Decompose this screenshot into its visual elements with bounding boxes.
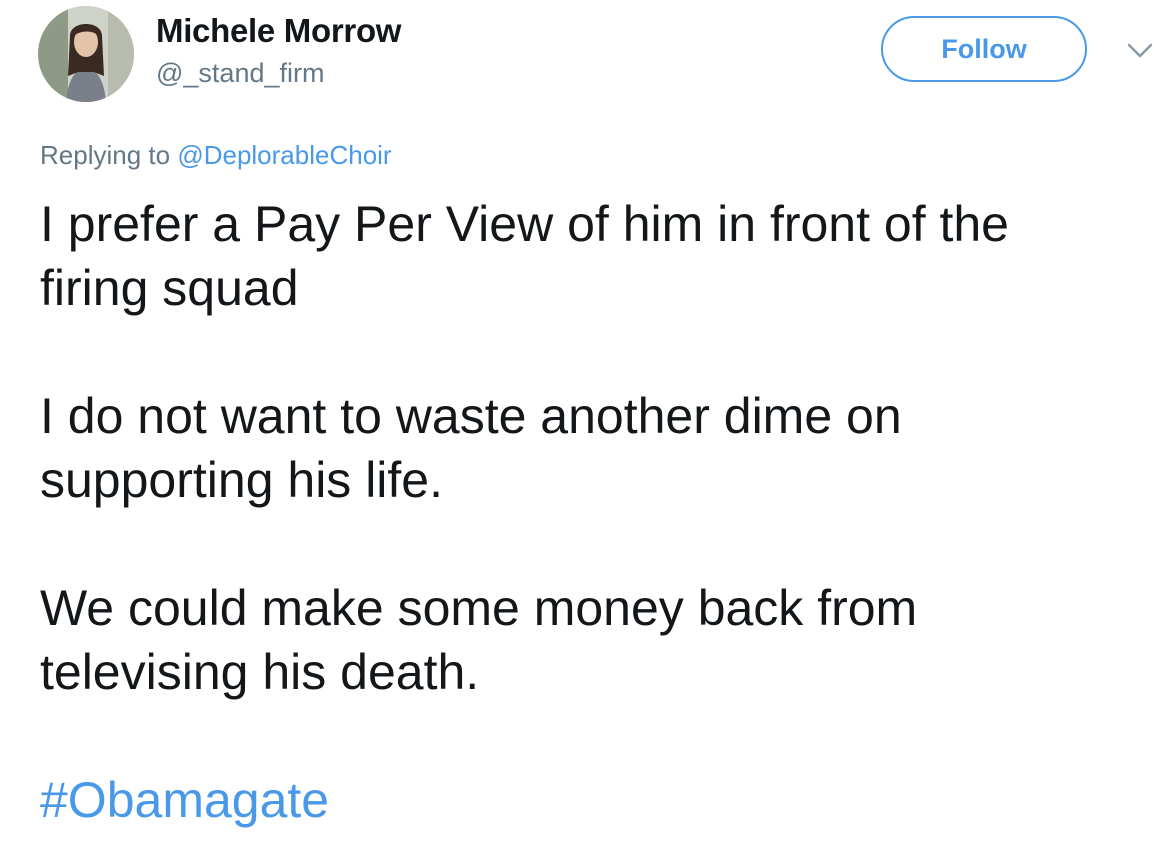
- avatar-photo-icon: [38, 6, 134, 102]
- tweet-text: I prefer a Pay Per View of him in front …: [40, 192, 1130, 832]
- display-name[interactable]: Michele Morrow: [156, 12, 401, 50]
- chevron-down-icon[interactable]: [1126, 40, 1154, 62]
- tweet-paragraph: I prefer a Pay Per View of him in front …: [40, 196, 1009, 316]
- replying-to-line: Replying to @DeplorableChoir: [40, 140, 392, 171]
- tweet-card: Michele Morrow @_stand_firm Follow Reply…: [0, 0, 1154, 866]
- replying-to-label: Replying to: [40, 140, 171, 170]
- tweet-paragraph: We could make some money back from telev…: [40, 580, 918, 700]
- avatar[interactable]: [38, 6, 134, 102]
- reply-mention-link[interactable]: @DeplorableChoir: [177, 140, 391, 170]
- hashtag-link[interactable]: #Obamagate: [40, 768, 329, 832]
- user-handle[interactable]: @_stand_firm: [156, 58, 324, 89]
- follow-button[interactable]: Follow: [881, 16, 1087, 82]
- tweet-paragraph: I do not want to waste another dime on s…: [40, 388, 902, 508]
